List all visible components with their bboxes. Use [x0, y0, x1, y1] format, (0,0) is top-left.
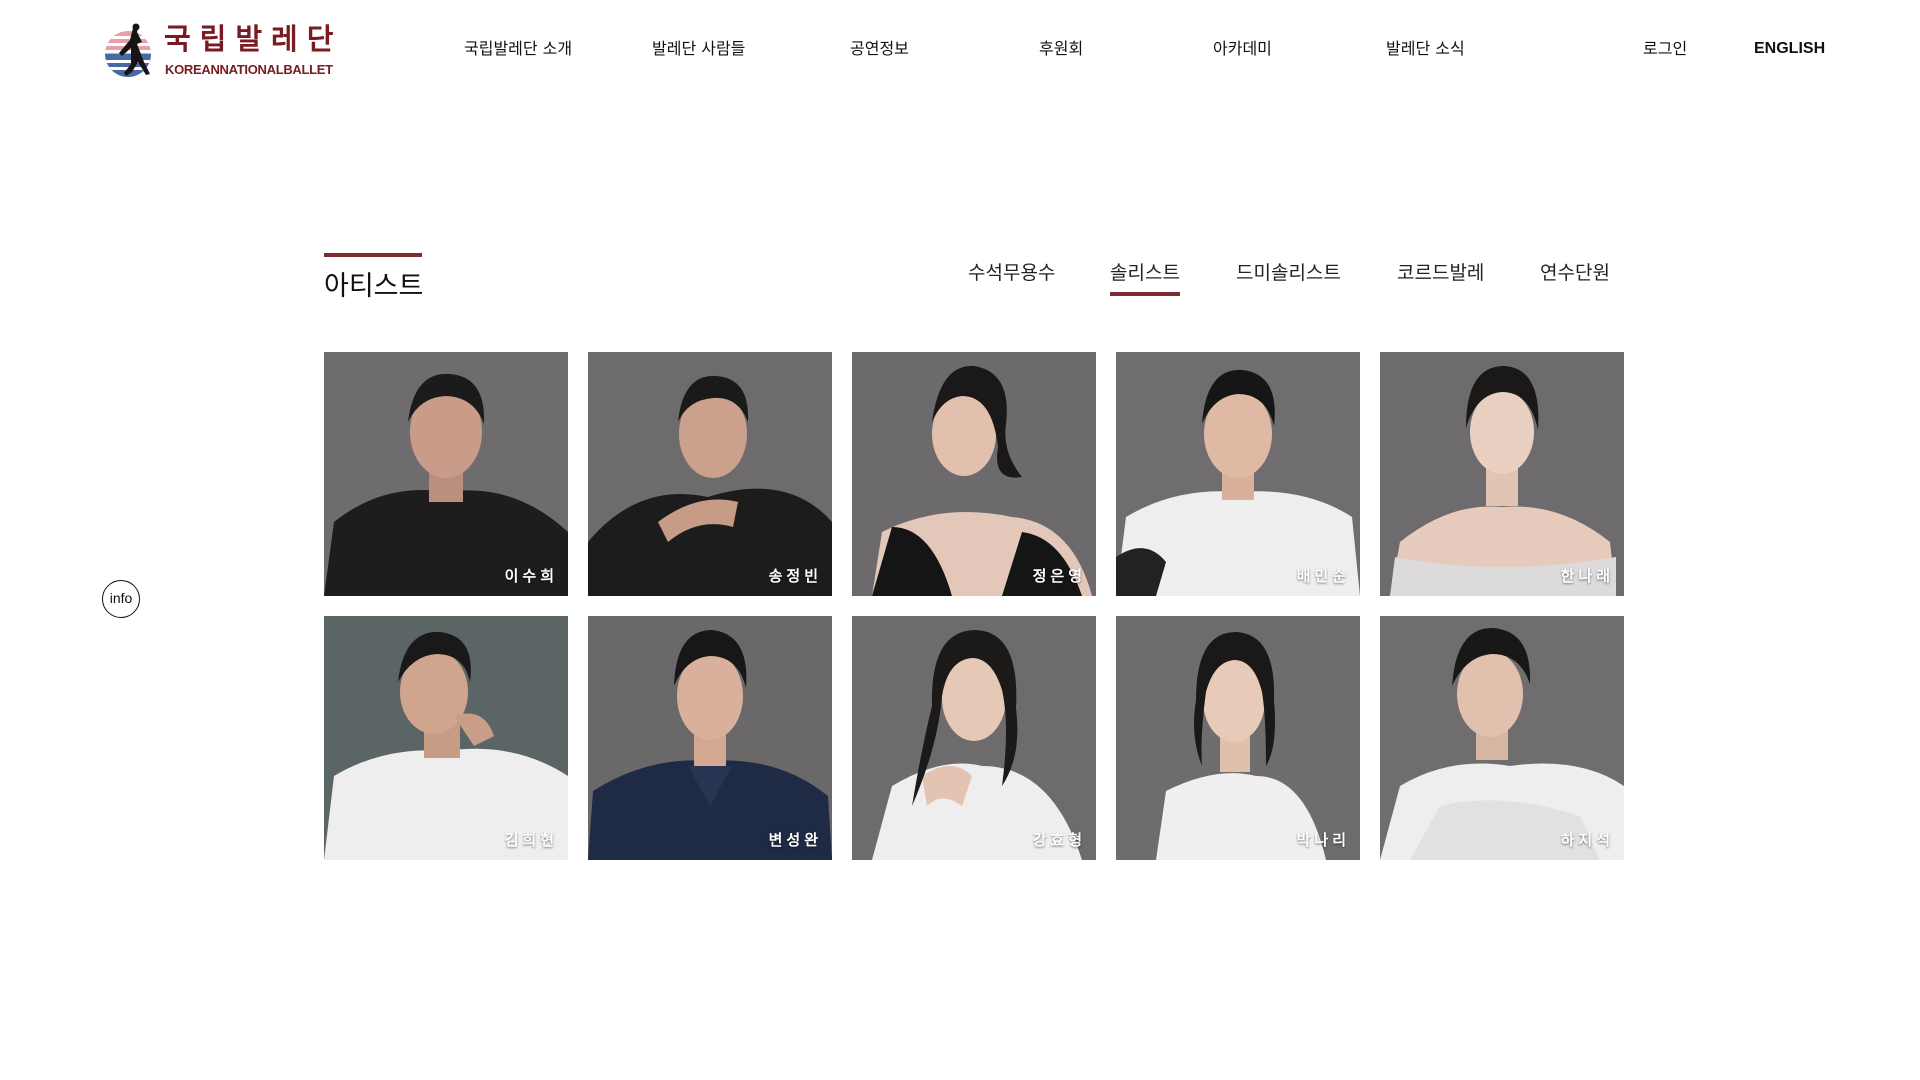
artist-card[interactable]: 강효형: [852, 616, 1096, 860]
nav-item-news[interactable]: 발레단 소식: [1386, 38, 1465, 60]
artist-name: 하지석: [1560, 831, 1614, 849]
artist-card[interactable]: 변성완: [588, 616, 832, 860]
artist-name: 한나래: [1560, 567, 1614, 585]
artist-card[interactable]: 한나래: [1380, 352, 1624, 596]
english-link[interactable]: ENGLISH: [1754, 38, 1825, 60]
tab-demi-soloist[interactable]: 드미솔리스트: [1236, 260, 1341, 292]
artist-name: 송정빈: [768, 567, 822, 585]
artist-photo: [324, 352, 568, 596]
artist-photo: [1116, 616, 1360, 860]
info-button[interactable]: info: [102, 580, 140, 618]
artist-name: 박나리: [1296, 831, 1350, 849]
artist-name: 정은영: [1032, 567, 1086, 585]
tab-trainee[interactable]: 연수단원: [1540, 260, 1610, 292]
artist-photo: [588, 616, 832, 860]
artist-card[interactable]: 이수희: [324, 352, 568, 596]
artist-card[interactable]: 김희현: [324, 616, 568, 860]
artist-name: 이수희: [504, 567, 558, 585]
login-link[interactable]: 로그인: [1643, 38, 1687, 60]
artist-name: 김희현: [504, 831, 558, 849]
nav-item-sponsors[interactable]: 후원회: [1039, 38, 1083, 60]
nav-item-academy[interactable]: 아카데미: [1213, 38, 1272, 60]
artist-name: 변성완: [768, 831, 822, 849]
nav-item-performances[interactable]: 공연정보: [850, 38, 909, 60]
tab-corps-de-ballet[interactable]: 코르드발레: [1397, 260, 1484, 292]
artist-photo: [852, 352, 1096, 596]
main-navigation: 국립발레단 소개 발레단 사람들 공연정보 후원회 아카데미 발레단 소식 로그…: [0, 0, 1920, 100]
artist-photo: [1380, 616, 1624, 860]
tab-soloist[interactable]: 솔리스트: [1110, 260, 1180, 296]
artist-card[interactable]: 박나리: [1116, 616, 1360, 860]
artist-card[interactable]: 배민순: [1116, 352, 1360, 596]
artist-photo: [588, 352, 832, 596]
nav-item-people[interactable]: 발레단 사람들: [652, 38, 745, 60]
artist-card[interactable]: 송정빈: [588, 352, 832, 596]
artist-card[interactable]: 정은영: [852, 352, 1096, 596]
artist-grid: 이수희 송정빈 정은영 배민순 한나래 김희현 변성완 강효형 박나리 하지석: [324, 352, 1624, 860]
site-header: 국립발레단 KOREANNATIONALBALLET 국립발레단 소개 발레단 …: [0, 0, 1920, 100]
title-accent-bar: [324, 253, 422, 257]
artist-photo: [1116, 352, 1360, 596]
tab-principal[interactable]: 수석무용수: [968, 260, 1055, 292]
artist-photo: [852, 616, 1096, 860]
artist-name: 배민순: [1296, 567, 1350, 585]
artist-card[interactable]: 하지석: [1380, 616, 1624, 860]
artist-category-tabs: 수석무용수 솔리스트 드미솔리스트 코르드발레 연수단원: [0, 260, 1920, 300]
artist-photo: [1380, 352, 1624, 596]
nav-item-about[interactable]: 국립발레단 소개: [464, 38, 572, 60]
artist-name: 강효형: [1032, 831, 1086, 849]
artist-photo: [324, 616, 568, 860]
